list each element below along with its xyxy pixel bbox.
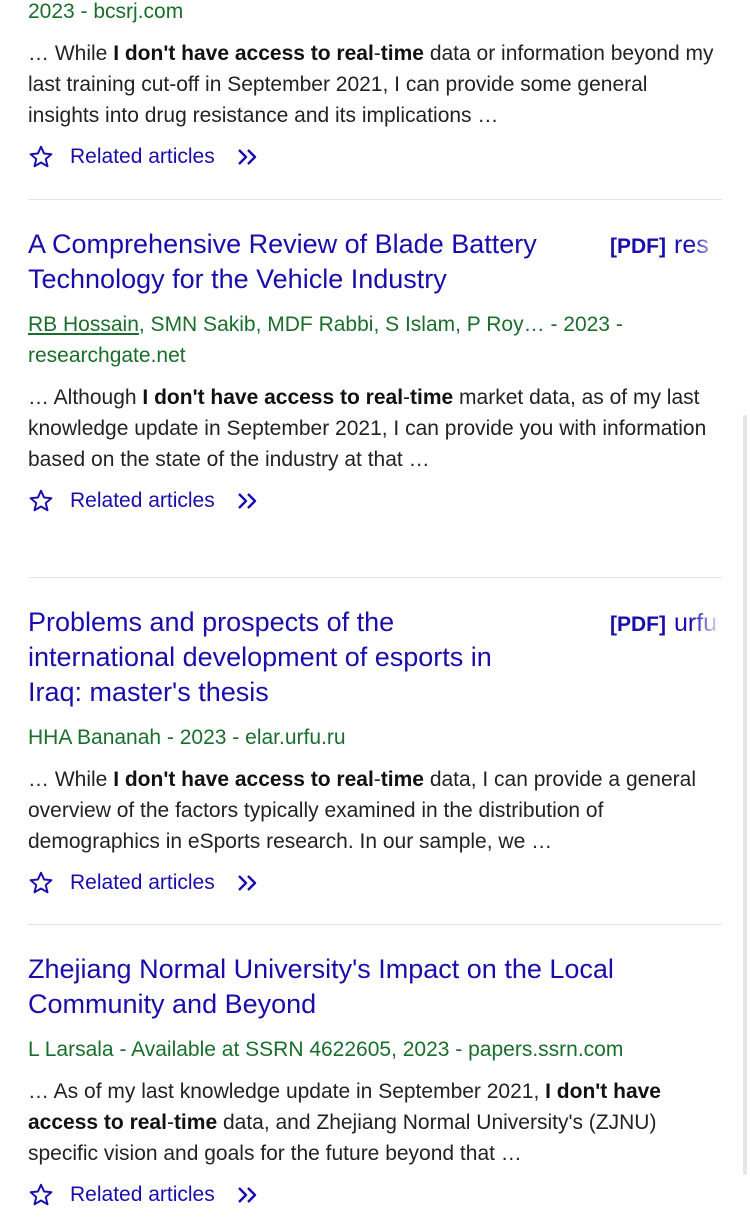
snippet-text: … As of my last knowledge update in Sept… <box>28 1080 546 1103</box>
result-title-link[interactable]: Zhejiang Normal University's Impact on t… <box>28 952 708 1022</box>
related-articles-link[interactable]: Related articles <box>70 871 215 895</box>
snippet-highlight: I don't have access to real <box>142 386 404 409</box>
double-chevron-icon[interactable] <box>235 146 263 168</box>
snippet-highlight: I don't have access to real <box>113 42 374 65</box>
star-icon[interactable] <box>28 488 54 514</box>
result-meta: 2023 - bcsrj.com <box>28 0 184 23</box>
result-snippet: … As of my last knowledge update in Sept… <box>28 1076 722 1169</box>
result-snippet: … Although I don't have access to real-t… <box>28 382 722 475</box>
search-result: Zhejiang Normal University's Impact on t… <box>28 952 722 1212</box>
star-icon[interactable] <box>28 870 54 896</box>
star-icon[interactable] <box>28 144 54 170</box>
snippet-text: - <box>373 768 381 791</box>
snippet-text: - <box>166 1111 174 1134</box>
result-actions: Related articles <box>28 484 722 518</box>
author-link[interactable]: RB Hossain <box>28 313 139 336</box>
related-articles-link[interactable]: Related articles <box>70 489 215 513</box>
star-icon[interactable] <box>28 1182 54 1208</box>
snippet-text: … While <box>28 42 114 65</box>
double-chevron-icon[interactable] <box>235 872 263 894</box>
search-result-top: 2023 - bcsrj.com … While I don't have ac… <box>28 0 722 174</box>
snippet-highlight: I don't have access to real <box>113 768 374 791</box>
result-divider <box>28 199 722 200</box>
result-actions: Related articles <box>28 866 722 900</box>
fade-overlay <box>692 608 722 640</box>
snippet-text: - <box>403 386 411 409</box>
result-authors: HHA Bananah - 2023 - elar.urfu.ru <box>28 722 722 753</box>
authors-rest: HHA Bananah - 2023 - elar.urfu.ru <box>28 726 346 749</box>
result-authors: RB Hossain, SMN Sakib, MDF Rabbi, S Isla… <box>28 309 722 371</box>
double-chevron-icon[interactable] <box>235 490 263 512</box>
result-actions: Related articles <box>28 140 722 174</box>
snippet-text: - <box>373 42 381 65</box>
pdf-tag[interactable]: [PDF] <box>610 235 666 258</box>
authors-rest: L Larsala - Available at SSRN 4622605, 2… <box>28 1038 624 1061</box>
fade-overlay <box>692 230 722 262</box>
result-snippet: … While I don't have access to real-time… <box>28 38 722 131</box>
result-title-link[interactable]: Problems and prospects of the internatio… <box>28 605 548 710</box>
snippet-text: … Although <box>28 386 143 409</box>
result-title-link[interactable]: A Comprehensive Review of Blade Battery … <box>28 227 548 297</box>
related-articles-link[interactable]: Related articles <box>70 145 215 169</box>
snippet-highlight: time <box>380 42 424 65</box>
snippet-text: … While <box>28 768 114 791</box>
snippet-highlight: time <box>173 1111 218 1134</box>
snippet-highlight: time <box>380 768 424 791</box>
result-authors: L Larsala - Available at SSRN 4622605, 2… <box>28 1034 722 1065</box>
search-result: Problems and prospects of the internatio… <box>28 605 722 900</box>
scrollbar[interactable] <box>743 415 747 1175</box>
result-divider <box>28 924 722 925</box>
result-actions: Related articles <box>28 1178 722 1212</box>
double-chevron-icon[interactable] <box>235 1184 263 1206</box>
result-divider <box>28 577 722 578</box>
related-articles-link[interactable]: Related articles <box>70 1183 215 1207</box>
pdf-tag[interactable]: [PDF] <box>610 613 666 636</box>
pdf-link[interactable]: [PDF]urfu <box>610 608 722 640</box>
result-snippet: … While I don't have access to real-time… <box>28 764 722 857</box>
search-result: A Comprehensive Review of Blade Battery … <box>28 227 722 518</box>
snippet-highlight: time <box>410 386 454 409</box>
pdf-link[interactable]: [PDF]res <box>610 230 722 262</box>
